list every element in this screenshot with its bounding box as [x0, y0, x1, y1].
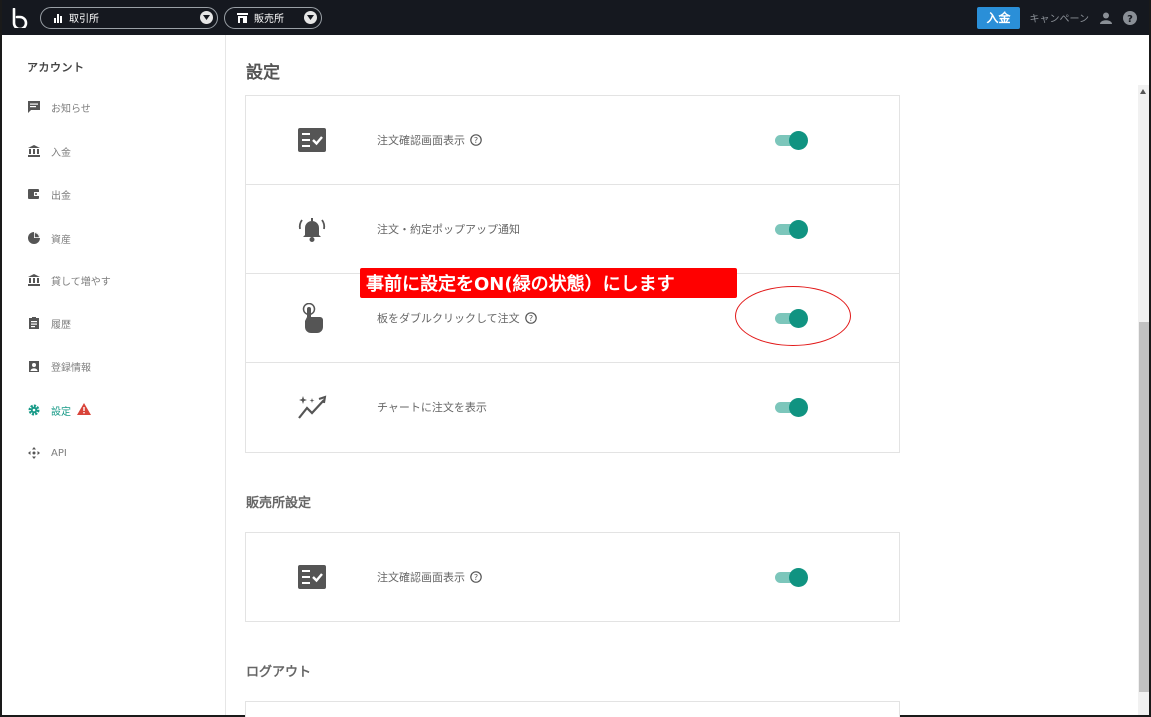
- store-label: 販売所: [254, 14, 284, 25]
- setting-label: 注文確認画面表示: [377, 571, 465, 584]
- settings-row-chart-orders: チャートに注文を表示: [246, 363, 899, 452]
- sidebar-item-label: お知らせ: [51, 103, 91, 115]
- sidebar-item-history[interactable]: 履歴: [27, 313, 71, 333]
- warning-icon: [77, 402, 91, 418]
- sidebar: アカウント お知らせ 入金 出金 資産 貸して増やす 履歴 登録情報 設定 AP…: [2, 35, 226, 715]
- deposit-button[interactable]: 入金: [977, 6, 1020, 29]
- store-row-order-confirm: 注文確認画面表示 ?: [246, 533, 899, 622]
- svg-text:?: ?: [474, 573, 478, 582]
- store-order-confirm-toggle[interactable]: [775, 566, 809, 588]
- sidebar-item-label: 出金: [51, 190, 71, 202]
- checklist-icon: [297, 562, 327, 592]
- sidebar-item-lending[interactable]: 貸して増やす: [27, 270, 111, 290]
- bank-icon: [27, 144, 41, 158]
- sidebar-item-registration[interactable]: 登録情報: [27, 356, 91, 376]
- page-title: 設定: [246, 63, 280, 83]
- checklist-icon: [297, 125, 327, 155]
- sparkle-chart-icon: [297, 392, 327, 422]
- sidebar-item-label: 履歴: [51, 319, 71, 331]
- top-bar: 取引所 販売所 入金 キャンペーン ?: [2, 0, 1149, 35]
- sidebar-item-news[interactable]: お知らせ: [27, 97, 91, 117]
- touch-icon: [297, 303, 327, 333]
- settings-row-popup-notify: 注文・約定ポップアップ通知: [246, 185, 899, 274]
- scroll-up-arrow-icon[interactable]: [1140, 89, 1146, 94]
- order-confirm-toggle[interactable]: [775, 129, 809, 151]
- sidebar-item-label: 登録情報: [51, 362, 91, 374]
- store-settings-title: 販売所設定: [246, 496, 312, 511]
- instruction-callout: 事前に設定をON(緑の状態）にします: [360, 268, 737, 298]
- logout-card: [245, 701, 900, 717]
- sidebar-item-api[interactable]: API: [27, 443, 67, 463]
- exchange-selector[interactable]: 取引所: [40, 6, 218, 29]
- highlight-ellipse: [735, 286, 851, 346]
- logout-title: ログアウト: [246, 665, 312, 680]
- chart-orders-toggle[interactable]: [775, 396, 809, 418]
- sidebar-item-deposit[interactable]: 入金: [27, 141, 71, 161]
- chevron-down-icon: [304, 11, 317, 24]
- bank-icon: [27, 273, 41, 287]
- setting-label: 注文・約定ポップアップ通知: [377, 223, 520, 236]
- chevron-down-icon: [200, 11, 213, 24]
- clipboard-icon: [27, 316, 41, 330]
- help-icon[interactable]: ?: [1123, 10, 1137, 25]
- move-icon: [27, 446, 41, 460]
- svg-text:?: ?: [1127, 14, 1133, 25]
- popup-notify-toggle[interactable]: [775, 218, 809, 240]
- help-circle-icon[interactable]: ?: [470, 134, 482, 146]
- bitbank-logo[interactable]: [6, 0, 34, 35]
- message-icon: [27, 100, 41, 114]
- top-right-actions: 入金 キャンペーン ?: [977, 0, 1149, 35]
- wallet-icon: [27, 187, 41, 201]
- sidebar-item-label: 入金: [51, 147, 71, 159]
- sidebar-item-label: 貸して増やす: [51, 276, 111, 288]
- sidebar-heading: アカウント: [27, 61, 85, 74]
- pie-chart-icon: [27, 231, 41, 245]
- gear-icon: [27, 403, 41, 417]
- help-circle-icon[interactable]: ?: [524, 312, 537, 324]
- store-icon: [237, 12, 248, 23]
- setting-label: 注文確認画面表示: [377, 134, 465, 147]
- svg-text:?: ?: [474, 136, 478, 145]
- sidebar-item-assets[interactable]: 資産: [27, 228, 71, 248]
- help-circle-icon[interactable]: ?: [470, 571, 482, 583]
- bell-ring-icon: [297, 214, 327, 244]
- id-badge-icon: [27, 359, 41, 373]
- store-selector[interactable]: 販売所: [224, 6, 322, 29]
- setting-label: チャートに注文を表示: [377, 401, 487, 414]
- settings-row-order-confirm: 注文確認画面表示 ?: [246, 96, 899, 185]
- sidebar-item-settings[interactable]: 設定: [27, 400, 91, 420]
- scrollbar-thumb[interactable]: [1139, 322, 1149, 692]
- bar-chart-icon: [54, 13, 62, 23]
- campaign-link[interactable]: キャンペーン: [1030, 10, 1090, 25]
- setting-label: 板をダブルクリックして注文: [377, 312, 520, 325]
- sidebar-item-label: 設定: [51, 406, 71, 418]
- exchange-label: 取引所: [69, 14, 99, 25]
- svg-text:?: ?: [529, 314, 533, 323]
- sidebar-item-label: API: [51, 447, 67, 459]
- user-icon[interactable]: [1099, 11, 1113, 25]
- store-settings-card: 注文確認画面表示 ?: [245, 532, 900, 622]
- sidebar-item-label: 資産: [51, 234, 71, 246]
- sidebar-item-withdraw[interactable]: 出金: [27, 184, 71, 204]
